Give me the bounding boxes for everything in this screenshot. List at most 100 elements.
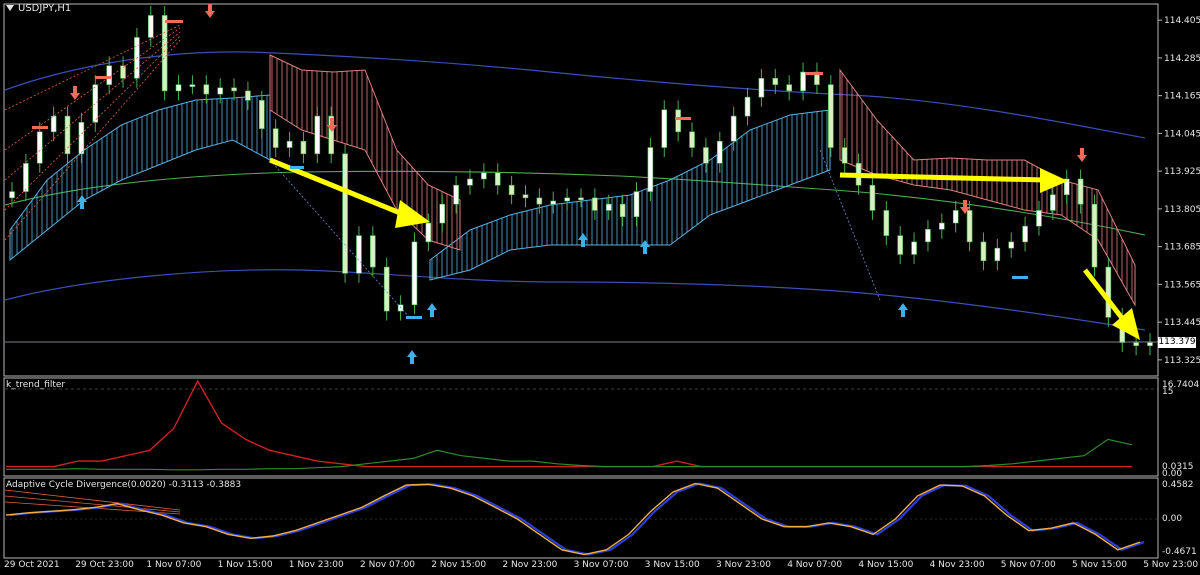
time-tick-label: 2 Nov 15:00	[431, 560, 487, 570]
candle-bear	[536, 197, 543, 205]
candle-bull	[50, 115, 57, 133]
sub2-tick-zero: 0.00	[1162, 514, 1183, 524]
candle-bull	[952, 210, 959, 224]
price-tick-label: 114.045	[1164, 129, 1200, 139]
candle-bull	[550, 200, 557, 205]
time-tick-label: 29 Oct 2021	[4, 560, 60, 570]
signal-bar	[165, 20, 183, 23]
candle-bull	[744, 96, 751, 117]
candle-bear	[619, 203, 626, 218]
candle-bull	[925, 229, 931, 243]
time-tick-label: 3 Nov 23:00	[716, 560, 771, 570]
price-tick-label: 114.165	[1164, 92, 1200, 102]
time-tick-label: 2 Nov 07:00	[360, 560, 415, 570]
candle-bear	[675, 109, 681, 133]
time-tick-label: 29 Oct 23:00	[75, 560, 134, 570]
candle-bear	[64, 115, 71, 155]
price-tick-label: 113.565	[1164, 280, 1200, 290]
candle-bull	[1036, 210, 1042, 227]
candle-bear	[841, 147, 848, 164]
candle-bull	[716, 140, 723, 164]
time-tick-label: 4 Nov 23:00	[929, 560, 985, 570]
candle-bear	[689, 131, 695, 148]
candle-bear	[508, 184, 515, 196]
sub2-tick-max: 0.4582	[1162, 480, 1194, 490]
candle-bear	[1091, 203, 1098, 268]
candle-bear	[203, 84, 210, 95]
time-tick-label: 5 Nov 15:00	[1072, 560, 1127, 570]
time-tick-label: 4 Nov 15:00	[858, 560, 914, 570]
candle-bear	[494, 172, 501, 186]
signal-bar	[290, 166, 304, 169]
time-tick-label: 1 Nov 15:00	[217, 560, 273, 570]
signal-bar	[406, 316, 422, 319]
candle-bear	[522, 194, 529, 199]
candle-bear	[703, 147, 709, 164]
candle-bull	[106, 65, 112, 85]
symbol-label[interactable]: USDJPY,H1	[6, 3, 71, 14]
candle-bear	[869, 184, 876, 211]
sub1-title: k_trend_filter	[6, 380, 66, 390]
candle-bear	[980, 241, 987, 262]
candle-bull	[217, 87, 223, 95]
candle-bull	[1050, 194, 1056, 211]
candle-bull	[411, 241, 418, 306]
sub2-tick-min: -0.4671	[1162, 547, 1197, 557]
candle-bull	[994, 247, 1001, 262]
candle-bear	[828, 84, 834, 148]
candle-bear	[383, 266, 390, 312]
sub2-title: Adaptive Cycle Divergence(0.0020) -0.311…	[6, 480, 242, 490]
sub1-tick-level: 15	[1162, 387, 1174, 397]
candle-bull	[730, 115, 737, 142]
candle-bull	[147, 15, 154, 38]
candle-bull	[939, 222, 945, 230]
time-tick-label: 1 Nov 07:00	[146, 560, 202, 570]
candle-bear	[245, 90, 251, 101]
candle-bear	[120, 65, 126, 79]
candle-bull	[356, 235, 362, 274]
candle-bear	[300, 140, 307, 155]
candle-bear	[370, 235, 376, 268]
time-tick-label: 4 Nov 07:00	[787, 560, 843, 570]
candle-bull	[911, 241, 917, 255]
candle-bull	[1147, 342, 1153, 346]
candle-bull	[439, 203, 446, 224]
candle-bear	[342, 153, 348, 274]
candle-bull	[481, 172, 487, 180]
time-tick-label: 1 Nov 23:00	[288, 560, 344, 570]
price-tick-label: 113.685	[1164, 243, 1200, 253]
sub1-tick-zero: 0.00	[1162, 469, 1183, 479]
candle-bull	[758, 78, 765, 98]
signal-bar	[32, 126, 48, 129]
current-price-box: 113.379	[1158, 337, 1196, 348]
candle-bull	[800, 71, 806, 92]
price-tick-label: 114.405	[1164, 16, 1200, 26]
candle-bull	[36, 131, 43, 164]
candle-bear	[883, 210, 890, 236]
candle-bull	[286, 140, 293, 148]
candle-bull	[453, 184, 459, 205]
signal-bar	[805, 72, 823, 75]
symbol-dropdown-icon[interactable]	[6, 5, 14, 11]
candle-bear	[966, 210, 973, 243]
candle-bull	[647, 147, 654, 192]
symbol-text: USDJPY,H1	[18, 3, 72, 14]
price-tick-label: 113.805	[1164, 205, 1200, 215]
signal-bar	[675, 117, 691, 120]
candle-bear	[786, 84, 792, 92]
time-tick-label: 3 Nov 07:00	[573, 560, 629, 570]
time-tick-label: 5 Nov 23:00	[1143, 560, 1199, 570]
candle-bear	[231, 87, 237, 92]
price-tick-label: 113.445	[1164, 318, 1200, 328]
candle-bear	[592, 197, 598, 211]
candle-bull	[1008, 241, 1015, 249]
time-tick-label: 3 Nov 15:00	[644, 560, 700, 570]
candle-bear	[1105, 266, 1112, 318]
candle-bear	[259, 100, 265, 129]
candle-bear	[897, 235, 903, 255]
candle-bull	[425, 222, 432, 243]
time-tick-label: 5 Nov 07:00	[1000, 560, 1056, 570]
candle-bear	[1133, 342, 1139, 346]
candle-bull	[564, 197, 570, 202]
candle-bull	[605, 203, 612, 211]
